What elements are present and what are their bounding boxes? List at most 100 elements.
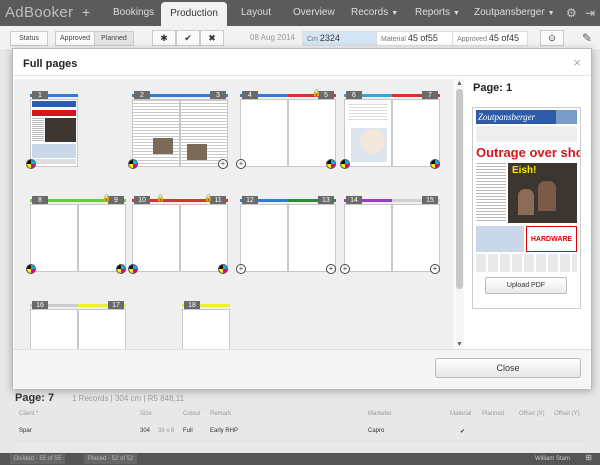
page-slot[interactable] (288, 99, 336, 167)
lock-icon: 🔒 (102, 195, 111, 202)
preview-footer-ads (476, 254, 577, 272)
settings-icon[interactable]: ⚙ (566, 6, 577, 20)
page-slot[interactable] (288, 204, 336, 272)
issue-date[interactable]: 08 Aug 2014 (250, 33, 295, 42)
colour-icon (128, 159, 138, 169)
filter-approved[interactable]: Approved (55, 31, 95, 46)
page-thumb-photo (187, 144, 207, 160)
page-thumb-footer (32, 159, 76, 164)
nav-bookings-label: Bookings (113, 7, 155, 18)
nav-layout[interactable]: Layout (241, 0, 271, 26)
cell-size: 304 (140, 428, 151, 434)
page-slot[interactable] (392, 204, 440, 272)
page-slot[interactable] (78, 309, 126, 349)
filter-status[interactable]: Status (10, 31, 48, 46)
page-thumb-1[interactable] (30, 99, 78, 167)
scroll-up-icon[interactable]: ▲ (456, 80, 463, 87)
colour-icon (218, 264, 228, 274)
cell-remark: Early RHP (210, 428, 239, 434)
colour-icon (128, 264, 138, 274)
lock-icon: 🔒 (312, 90, 321, 97)
divider (13, 75, 591, 76)
nav-records-label: Records (351, 7, 389, 18)
page-slot[interactable] (180, 204, 228, 272)
full-pages-modal: Full pages × 1 2 3 +4 +5 🔒 6 7 8 9 🔒 10 🔒 11 🔒 12 +13 +14… (12, 48, 592, 389)
page-slot[interactable] (30, 309, 78, 349)
nav-reports[interactable]: Reports ▼ (415, 0, 460, 26)
nav-records[interactable]: Records ▼ (351, 0, 398, 26)
chevron-down-icon: ▼ (547, 10, 555, 17)
footer-placed[interactable]: Placed - 52 of 52 (84, 454, 138, 464)
preview-photo-caption: Eish! (512, 165, 537, 176)
upload-pdf-button[interactable]: Upload PDF (485, 277, 567, 294)
stat-approved-value: 45 of45 (488, 33, 519, 43)
col-colour[interactable]: Colour (183, 411, 201, 417)
registration-icon: + (236, 159, 246, 169)
stat-cm: Cm 2324 (302, 31, 377, 46)
registration-icon: + (430, 264, 440, 274)
nav-layout-label: Layout (241, 7, 272, 18)
nav-bookings[interactable]: Bookings (113, 0, 154, 26)
page-slot[interactable] (344, 99, 392, 167)
page-thumb-text (32, 118, 44, 142)
preview-text-column (476, 163, 506, 223)
grid-icon[interactable]: ⊞ (585, 453, 592, 462)
lock-icon: 🔒 (156, 195, 165, 202)
add-booking-button[interactable]: + (82, 4, 90, 20)
stat-material-label: Material (381, 36, 406, 43)
close-button[interactable]: Close (435, 358, 581, 378)
scrollbar-thumb[interactable] (456, 89, 463, 289)
page-thumb-headline (32, 110, 76, 116)
app-logo[interactable]: AdBooker (5, 4, 73, 21)
page-thumb-text (348, 104, 388, 122)
chevron-down-icon: ▼ (391, 10, 399, 17)
preview-masthead-ad (556, 110, 577, 124)
grid-scrollbar[interactable]: ▲ ▼ (455, 79, 464, 349)
logout-icon[interactable]: ⇥ (585, 6, 595, 20)
filter-planned[interactable]: Planned (94, 31, 134, 46)
footer-user[interactable]: William Stam (535, 454, 570, 464)
page-slot[interactable] (240, 99, 288, 167)
wrench-icon[interactable]: ✎ (582, 31, 592, 45)
col-marketer[interactable]: Marketer (368, 411, 392, 417)
nav-publication[interactable]: Zoutpansberger ▼ (474, 0, 555, 26)
preview-photo-figure (538, 181, 556, 211)
pages-grid: 123+4+5🔒6789🔒10🔒11🔒12+13+14+15+16+1718 (14, 79, 454, 349)
footer-divided[interactable]: Divided - 55 of 55 (10, 454, 66, 464)
col-offset-x[interactable]: Offset (X) (519, 411, 545, 417)
page-thumb-ads (32, 144, 76, 158)
page-slot[interactable] (78, 204, 126, 272)
registration-icon: + (236, 264, 246, 274)
check-icon[interactable]: ✔ (176, 30, 200, 46)
col-remark[interactable]: Remark (210, 411, 231, 417)
scroll-down-icon[interactable]: ▼ (456, 341, 463, 348)
page-thumb-ad (351, 128, 387, 162)
page-thumb-photo (45, 118, 76, 142)
col-client[interactable]: Client * (19, 411, 38, 417)
page-slot[interactable] (132, 99, 180, 167)
cell-size-detail: 38 x 8 (158, 428, 175, 434)
cell-marketer: Capro (368, 428, 385, 434)
cell-client: Spar (19, 428, 32, 434)
target-icon[interactable]: ⊙ (540, 30, 564, 46)
page-slot[interactable] (182, 309, 230, 349)
page-slot[interactable] (30, 204, 78, 272)
nav-reports-label: Reports (415, 7, 451, 18)
lock-icon: 🔒 (204, 195, 213, 202)
nav-overview[interactable]: Overview (293, 0, 335, 26)
col-offset-y[interactable]: Offset (Y) (554, 411, 580, 417)
col-planned[interactable]: Planned (482, 411, 504, 417)
page-slot[interactable] (180, 99, 228, 167)
col-size[interactable]: Size (140, 411, 152, 417)
page-slot[interactable] (344, 204, 392, 272)
cell-colour: Full (183, 428, 193, 434)
col-material[interactable]: Material (450, 411, 471, 417)
cell-material-check-icon: ✔ (460, 429, 466, 435)
page-slot[interactable] (132, 204, 180, 272)
nav-production[interactable]: Production (161, 2, 227, 26)
modal-close-icon[interactable]: × (573, 55, 581, 70)
asterisk-icon[interactable]: ✱ (152, 30, 176, 46)
page-slot[interactable] (240, 204, 288, 272)
page-slot[interactable] (392, 99, 440, 167)
close-icon[interactable]: ✖ (200, 30, 224, 46)
